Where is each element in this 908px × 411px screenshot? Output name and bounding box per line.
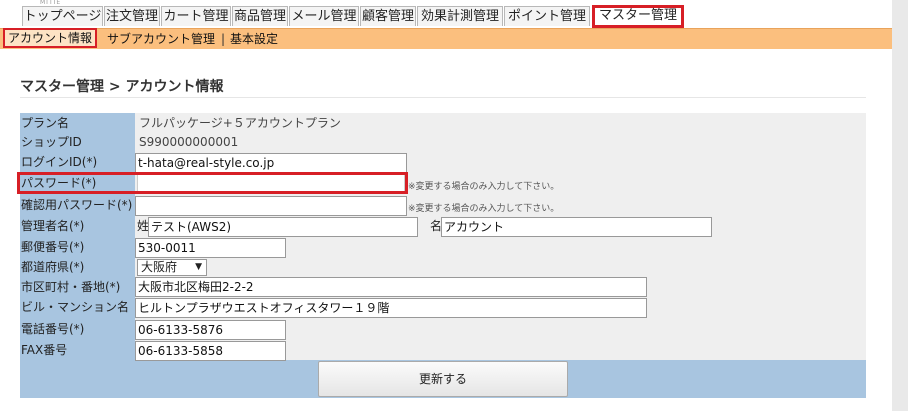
fax-input[interactable]: 06-6133-5858 — [135, 341, 286, 361]
logo: MITIE — [40, 0, 62, 5]
sub-navigation: アカウント情報 サブアカウント管理 | 基本設定 — [0, 28, 892, 49]
account-form: プラン名 フルパッケージ+５アカウントプラン ショップID S990000000… — [17, 113, 866, 398]
tab-products[interactable]: 商品管理 — [232, 6, 288, 26]
tab-mail[interactable]: メール管理 — [289, 6, 359, 26]
login-id-label: ログインID(*) — [21, 155, 98, 169]
page-title: マスター管理 > アカウント情報 — [20, 79, 224, 95]
update-button[interactable]: 更新する — [318, 361, 568, 397]
subnav-basic-settings[interactable]: 基本設定 — [230, 29, 278, 49]
title-divider — [20, 97, 866, 98]
subnav-separator: | — [221, 32, 226, 46]
confirm-password-input[interactable] — [135, 196, 407, 216]
building-name-label: ビル・マンション名 — [21, 300, 130, 314]
postal-code-label: 郵便番号(*) — [21, 240, 85, 254]
subnav-account-info[interactable]: アカウント情報 — [3, 28, 98, 48]
confirm-password-label: 確認用パスワード(*) — [21, 198, 133, 212]
phone-label: 電話番号(*) — [21, 322, 85, 336]
shop-id-label: ショップID — [21, 135, 82, 149]
prefecture-select[interactable]: 大阪府 ▼ — [137, 259, 207, 276]
tab-analytics[interactable]: 効果計測管理 — [417, 6, 503, 26]
phone-input[interactable]: 06-6133-5876 — [135, 320, 286, 340]
city-address-input[interactable]: 大阪市北区梅田2-2-2 — [135, 277, 647, 297]
tab-top-page[interactable]: トップページ — [22, 6, 103, 26]
login-id-input[interactable]: t-hata@real-style.co.jp — [135, 153, 407, 173]
confirm-password-note: ※変更する場合のみ入力して下さい。 — [408, 204, 560, 214]
plan-label: プラン名 — [21, 116, 70, 130]
tab-customers[interactable]: 顧客管理 — [360, 6, 416, 26]
city-address-label: 市区町村・番地(*) — [21, 280, 121, 294]
password-note: ※変更する場合のみ入力して下さい。 — [408, 182, 560, 192]
postal-code-input[interactable]: 530-0011 — [135, 238, 286, 258]
building-name-input[interactable]: ヒルトンプラザウエストオフィスタワー１９階 — [135, 298, 647, 318]
manager-name-label: 管理者名(*) — [21, 219, 85, 233]
plan-value: フルパッケージ+５アカウントプラン — [139, 116, 341, 130]
prefecture-selected: 大阪府 — [141, 260, 178, 274]
subnav-sub-account[interactable]: サブアカウント管理 — [107, 29, 215, 49]
vertical-scrollbar[interactable] — [892, 0, 908, 411]
given-name-input[interactable]: アカウント — [441, 217, 712, 237]
tab-cart[interactable]: カート管理 — [161, 6, 231, 26]
tab-points[interactable]: ポイント管理 — [504, 6, 590, 26]
prefecture-label: 都道府県(*) — [21, 260, 85, 274]
shop-id-value: S990000000001 — [139, 135, 239, 149]
chevron-down-icon: ▼ — [195, 262, 202, 272]
tab-master[interactable]: マスター管理 — [592, 5, 684, 28]
password-label: パスワード(*) — [21, 176, 97, 190]
surname-input[interactable]: テスト(AWS2) — [148, 217, 418, 237]
fax-label: FAX番号 — [21, 343, 68, 357]
tab-orders[interactable]: 注文管理 — [104, 6, 160, 26]
password-input[interactable] — [137, 174, 405, 192]
